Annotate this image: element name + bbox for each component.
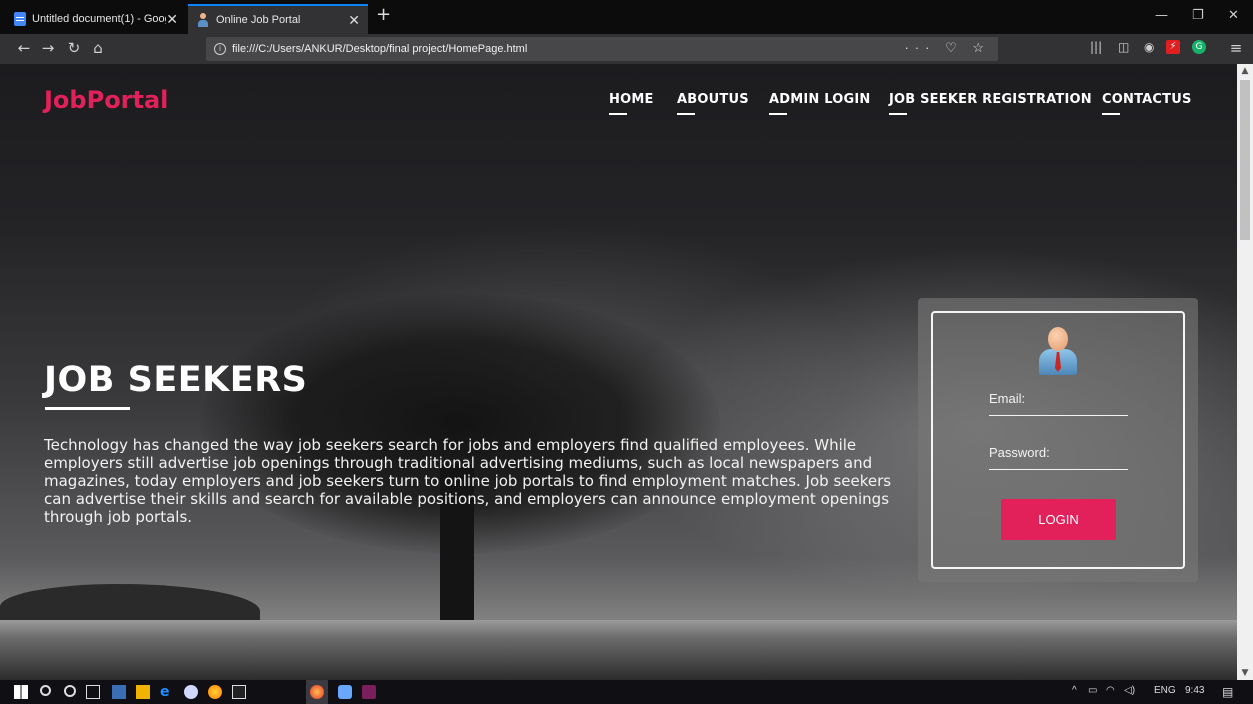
scroll-thumb[interactable]: [1240, 80, 1250, 240]
battery-icon[interactable]: ▭: [1088, 685, 1097, 696]
page-actions[interactable]: ··· ♡ ☆: [904, 40, 990, 56]
sidebar-icon[interactable]: ◫: [1118, 40, 1129, 54]
restore-icon[interactable]: ❐: [1192, 8, 1204, 23]
docs-icon: [14, 12, 26, 26]
language-indicator[interactable]: ENG: [1154, 685, 1176, 696]
cortana-icon[interactable]: [64, 685, 76, 697]
account-icon[interactable]: ◉: [1144, 40, 1154, 54]
extension-icon[interactable]: ⚡: [1166, 40, 1180, 54]
tab-online-job-portal[interactable]: Online Job Portal ✕: [188, 4, 368, 34]
tab-google-docs[interactable]: Untitled document(1) - Google ✕: [6, 4, 186, 34]
library-icon[interactable]: |||: [1090, 40, 1102, 54]
password-field[interactable]: Password:: [989, 445, 1050, 460]
page-viewport: JobPortal HOME ABOUTUS ADMIN LOGIN JOB S…: [0, 64, 1237, 680]
tab-label: Untitled document(1) - Google: [32, 13, 167, 25]
volume-icon[interactable]: ◁): [1124, 685, 1135, 696]
email-field[interactable]: Email:: [989, 391, 1025, 406]
firefox-icon[interactable]: [310, 685, 324, 699]
windows-taskbar: e ^ ▭ ◠ ◁) ENG 9:43 ▤: [0, 680, 1253, 704]
scroll-down-icon[interactable]: ▼: [1237, 666, 1253, 680]
close-window-icon[interactable]: ✕: [1228, 8, 1239, 23]
tray-chevron-icon[interactable]: ^: [1072, 685, 1077, 696]
terminal-icon[interactable]: [232, 685, 246, 699]
nav-home[interactable]: HOME: [609, 92, 654, 115]
hero-divider: [45, 407, 130, 410]
person-icon: [196, 13, 210, 27]
app-icon[interactable]: [338, 685, 352, 699]
hero-description: Technology has changed the way job seeke…: [44, 436, 892, 526]
info-icon[interactable]: i: [214, 43, 226, 55]
notification-icon[interactable]: ▤: [1222, 685, 1233, 699]
scroll-up-icon[interactable]: ▲: [1237, 64, 1253, 78]
url-bar[interactable]: i file:///C:/Users/ANKUR/Desktop/final p…: [206, 37, 998, 61]
close-tab-icon[interactable]: ✕: [166, 11, 178, 28]
search-icon[interactable]: [40, 685, 51, 696]
browser-tab-strip: Untitled document(1) - Google ✕ Online J…: [0, 0, 1253, 34]
browser-nav-bar: ← → ↻ ⌂ i file:///C:/Users/ANKUR/Desktop…: [0, 34, 1253, 64]
login-button[interactable]: LOGIN: [1001, 499, 1116, 540]
password-underline: [989, 469, 1128, 470]
grammarly-icon[interactable]: G: [1192, 40, 1206, 54]
page-scrollbar[interactable]: ▲ ▼: [1237, 64, 1253, 680]
nav-admin-login[interactable]: ADMIN LOGIN: [769, 92, 871, 115]
brand-logo[interactable]: JobPortal: [44, 86, 168, 114]
reload-icon[interactable]: ↻: [64, 39, 84, 57]
tab-label: Online Job Portal: [216, 14, 301, 26]
user-avatar-icon: [1039, 327, 1077, 377]
hero-title: JOB SEEKERS: [44, 360, 308, 400]
nav-aboutus[interactable]: ABOUTUS: [677, 92, 749, 115]
new-tab-button[interactable]: +: [376, 4, 391, 25]
chrome-canary-icon[interactable]: [208, 685, 222, 699]
nav-job-seeker-registration[interactable]: JOB SEEKER REGISTRATION: [889, 92, 1092, 115]
login-form: Email: Password: LOGIN: [931, 311, 1185, 569]
nav-contactus[interactable]: CONTACTUS: [1102, 92, 1192, 115]
back-icon[interactable]: ←: [14, 39, 34, 57]
menu-icon[interactable]: ≡: [1226, 39, 1246, 57]
task-view-icon[interactable]: [86, 685, 100, 699]
wifi-icon[interactable]: ◠: [1106, 685, 1115, 696]
close-tab-icon[interactable]: ✕: [348, 12, 360, 29]
edge-icon[interactable]: e: [160, 685, 174, 699]
background-lake: [0, 620, 1237, 680]
calculator-icon[interactable]: [112, 685, 126, 699]
app-icon[interactable]: [362, 685, 376, 699]
email-underline: [989, 415, 1128, 416]
home-icon[interactable]: ⌂: [88, 39, 108, 57]
login-card: Email: Password: LOGIN: [918, 298, 1198, 582]
forward-icon[interactable]: →: [38, 39, 58, 57]
file-explorer-icon[interactable]: [136, 685, 150, 699]
app-icon[interactable]: [184, 685, 198, 699]
clock[interactable]: 9:43: [1185, 685, 1204, 696]
url-text: file:///C:/Users/ANKUR/Desktop/final pro…: [232, 43, 528, 55]
minimize-icon[interactable]: —: [1155, 8, 1168, 23]
windows-start-icon[interactable]: [14, 685, 28, 699]
